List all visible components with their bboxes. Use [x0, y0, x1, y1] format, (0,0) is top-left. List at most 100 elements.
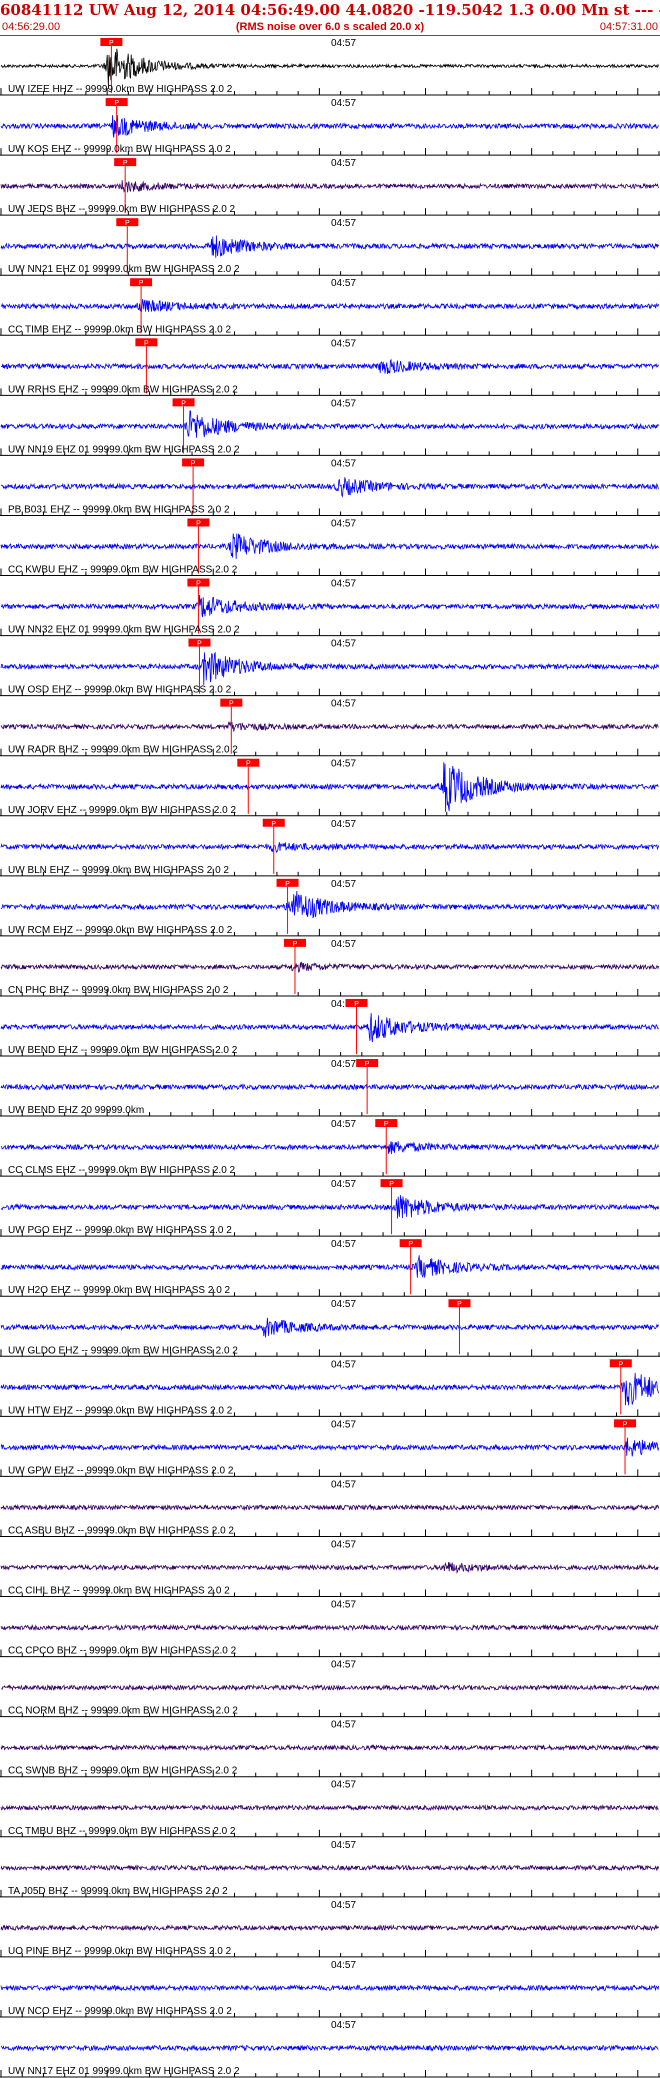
channel-label: UW GLDO EHZ -- 99999.0km BW HIGHPASS 2.0… [8, 1345, 238, 1356]
channel-label: CC ASBU BHZ -- 99999.0km BW HIGHPASS 2.0… [8, 1525, 234, 1536]
tick-label: 04:57 [331, 458, 356, 469]
waveform-trace [0, 890, 659, 919]
trace-row: 04:57 TA J05D BHZ -- 99999.0km BW HIGHPAS… [0, 1840, 660, 1898]
pick-label: P [181, 400, 186, 407]
pick-label: P [191, 460, 196, 467]
channel-label: UW NN17 EHZ 01 99999.0km BW HIGHPASS 2.0… [8, 2066, 240, 2077]
waveform-trace [0, 48, 659, 88]
waveform-trace [0, 1437, 659, 1457]
pick-label: P [196, 581, 201, 588]
trace-row: 04:57 P UW RRHS EHZ -- 99999.0km BW HIGHPA… [0, 338, 660, 396]
trace-row: 04:57 P UW H2O EHZ -- 99999.0km BW HIGHPAS… [0, 1239, 660, 1297]
tick-label: 04:57 [331, 1299, 356, 1310]
tick-label: 04:57 [331, 98, 356, 109]
channel-label: UW JEDS BHZ -- 99999.0km BW HIGHPASS 2.0… [8, 204, 236, 215]
trace-row: 04:57 P CC CLMS EHZ -- 99999.0km BW HIGHPA… [0, 1119, 660, 1177]
channel-label: UW RRHS EHZ -- 99999.0km BW HIGHPASS 2.0… [8, 384, 238, 395]
waveform-trace [0, 1083, 659, 1091]
waveform-trace [0, 1623, 659, 1632]
tick-label: 04:57 [331, 1239, 356, 1250]
pick-label: P [197, 641, 202, 648]
waveform-trace [0, 1984, 659, 1992]
trace-row: 04:57 P UW NN32 EHZ 01 99999.0km BW HIGHPA… [0, 578, 660, 637]
waveform-trace [0, 180, 659, 193]
channel-label: UW NN21 EHZ 01 99999.0km BW HIGHPASS 2.0… [8, 264, 240, 275]
tick-label: 04:57 [331, 939, 356, 950]
pick-label: P [144, 340, 149, 347]
waveform-trace [0, 533, 659, 559]
channel-label: UW KOS EHZ -- 99999.0km BW HIGHPASS 2.0 … [8, 144, 231, 155]
channel-label: PB B031 EHZ -- 99999.0km BW HIGHPASS 2.0… [8, 504, 230, 515]
channel-label: UW BLN EHZ -- 99999.0km BW HIGHPASS 2.0 … [8, 865, 229, 876]
tick-label: 04:57 [331, 278, 356, 289]
tick-label: 04:57 [331, 1840, 356, 1851]
waveform-trace [0, 1924, 659, 1932]
tick-label: 04:57 [331, 1419, 356, 1430]
tick-label: 04:57 [331, 699, 356, 710]
tick-label: 04:57 [331, 38, 356, 49]
trace-row: 04:57 CC TMBU BHZ -- 99999.0km BW HIGHPAS… [0, 1780, 660, 1838]
pick-label: P [229, 701, 234, 708]
waveform-trace [0, 1013, 659, 1043]
trace-row: 04:57 UW NCO EHZ -- 99999.0km BW HIGHPASS… [0, 1960, 660, 2018]
pick-label: P [384, 1121, 389, 1128]
waveform-trace [0, 1864, 659, 1872]
waveform-trace [0, 235, 659, 258]
tick-label: 04:57 [331, 218, 356, 229]
trace-row: 04:57 P UW GPW EHZ -- 99999.0km BW HIGHPAS… [0, 1419, 660, 1477]
channel-label: CN PHC BHZ -- 99999.0km BW HIGHPASS 2.0 … [8, 985, 229, 996]
tick-label: 04:57 [331, 1179, 356, 1190]
trace-row: 04:57 P UW KOS EHZ -- 99999.0km BW HIGHPAS… [0, 98, 660, 156]
channel-label: CC CIHL BHZ -- 99999.0km BW HIGHPASS 2.0… [8, 1586, 230, 1597]
waveform-trace [0, 1804, 659, 1812]
channel-label: CC NORM BHZ -- 99999.0km BW HIGHPASS 2.0… [8, 1706, 238, 1717]
channel-label: UW BEND EHZ -- 99999.0km BW HIGHPASS 2.0… [8, 1045, 238, 1056]
tick-label: 04:57 [331, 1660, 356, 1671]
pick-label: P [389, 1181, 394, 1188]
trace-row: 04:57PUW BEND EHZ -- 99999.0km BW HIGHPA… [0, 998, 660, 1057]
waveform-trace [0, 358, 659, 375]
waveform-trace [0, 961, 659, 973]
tick-label: 04:57 [331, 1359, 356, 1370]
trace-row: 04:57 P UW JEDS BHZ -- 99999.0km BW HIGHPA… [0, 158, 660, 216]
channel-label: UW NN32 EHZ 01 99999.0km BW HIGHPASS 2.0… [8, 625, 240, 636]
tick-label: 04:57 [331, 639, 356, 650]
channel-label: UW OSD EHZ -- 99999.0km BW HIGHPASS 2.0 … [8, 685, 232, 696]
waveform-trace [0, 1684, 659, 1692]
trace-row: 04:57 P UW IZEE HHZ -- 99999.0km BW HIGHPA… [0, 38, 660, 96]
trace-row: 04:57 P UW JORV EHZ -- 99999.0km BW HIGHPA… [0, 758, 660, 817]
tick-label: 04:57 [331, 1960, 356, 1971]
waveform-trace [0, 2044, 659, 2052]
record-header: 60841112 UW Aug 12, 2014 04:56:49.00 44.… [0, 0, 660, 36]
waveform-trace [0, 115, 659, 138]
trace-row: 04:57 P UW BEND EHZ 20 99999.0km [0, 1059, 660, 1117]
waveform-trace [0, 1503, 659, 1512]
tick-label: 04:57 [331, 1900, 356, 1911]
waveform-trace [0, 721, 659, 732]
pick-label: P [125, 220, 130, 227]
channel-label: UW JORV EHZ -- 99999.0km BW HIGHPASS 2.0… [8, 805, 236, 816]
channel-label: CC KWBU EHZ -- 99999.0km BW HIGHPASS 2.0… [8, 565, 238, 576]
tick-label: 04:57 [331, 338, 356, 349]
pick-label: P [139, 280, 144, 287]
channel-label: UW RCM EHZ -- 99999.0km BW HIGHPASS 2.0 … [8, 925, 233, 936]
tick-label: 04:57 [331, 579, 356, 590]
pick-label: P [246, 761, 251, 768]
pick-label: P [408, 1241, 413, 1248]
pick-label: P [114, 100, 119, 107]
trace-row: 04:57 P CC KWBU EHZ -- 99999.0km BW HIGHPA… [0, 518, 660, 577]
trace-row: 04:57 P UW RADR BHZ -- 99999.0km BW HIGHPA… [0, 698, 660, 757]
channel-label: CC TIMB EHZ -- 99999.0km BW HIGHPASS 2.0… [8, 324, 231, 335]
trace-row: 04:57 UO PINE BHZ -- 99999.0km BW HIGHPAS… [0, 1900, 660, 1958]
pick-label: P [354, 1001, 359, 1008]
waveform-trace [0, 1743, 659, 1752]
pick-label: P [285, 881, 290, 888]
trace-row: 04:57 P CN PHC BHZ -- 99999.0km BW HIGHPAS… [0, 938, 660, 997]
waveform-trace [0, 410, 659, 438]
end-time-label: 04:57:31.00 [599, 21, 658, 33]
tick-label: 04:57 [331, 518, 356, 529]
channel-label: UW NCO EHZ -- 99999.0km BW HIGHPASS 2.0 … [8, 2006, 232, 2017]
channel-label: CC SWNB BHZ -- 99999.0km BW HIGHPASS 2.0… [8, 1766, 238, 1777]
trace-row: 04:57 P UW HTW EHZ -- 99999.0km BW HIGHPAS… [0, 1359, 660, 1417]
channel-label: UW HTW EHZ -- 99999.0km BW HIGHPASS 2.0 … [8, 1405, 233, 1416]
